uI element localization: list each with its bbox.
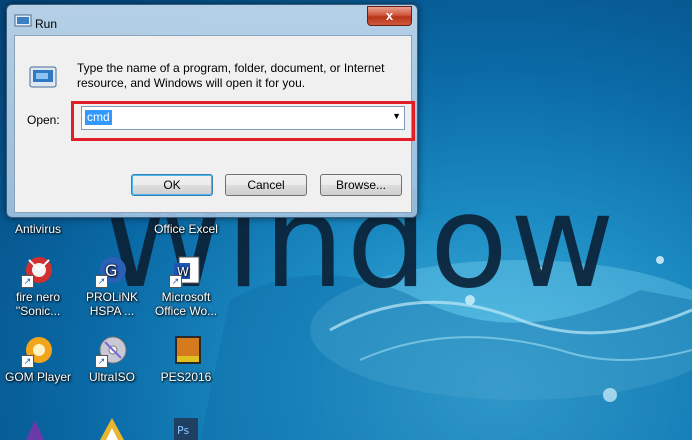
close-button[interactable]: x (367, 6, 412, 26)
title-bar[interactable]: Run x (7, 5, 417, 33)
nero-icon: ↗ (21, 254, 55, 288)
partial-app-icon (26, 420, 44, 440)
instructions-text: Type the name of a program, folder, docu… (77, 61, 385, 90)
prolink-icon: G ↗ (95, 254, 129, 288)
desktop-icon-antivirus[interactable]: Antivirus (0, 222, 76, 236)
cancel-button[interactable]: Cancel (225, 174, 307, 196)
dialog-title: Run (35, 17, 58, 31)
desktop-icon-label: Antivirus (14, 222, 61, 236)
open-label-text: Open: (27, 113, 60, 127)
dialog-body: Type the name of a program, folder, docu… (14, 35, 415, 213)
gom-player-icon: ↗ (21, 334, 55, 368)
ultraiso-icon: ↗ (95, 334, 129, 368)
open-label: Open: (27, 113, 60, 127)
desktop-icon-label: PES2016 (160, 370, 212, 384)
desktop-icon-label: Office Excel (154, 222, 218, 236)
ok-button[interactable]: OK (131, 174, 213, 196)
close-icon: x (385, 8, 394, 23)
pes2016-icon (169, 334, 203, 368)
desktop-icon-label: GOM Player (4, 370, 71, 384)
run-icon (14, 14, 32, 27)
desktop-icon-pes2016[interactable]: PES2016 (148, 334, 224, 384)
browse-button[interactable]: Browse... (320, 174, 402, 196)
svg-text:Ps: Ps (177, 424, 189, 437)
desktop-icon-label: Microsoft Office Wo... (154, 290, 218, 318)
desktop-icon-label: UltraISO (88, 370, 135, 384)
desktop-icon-label: PROLiNK HSPA ... (85, 290, 138, 318)
desktop-icon-ultraiso[interactable]: ↗ UltraISO (74, 334, 150, 384)
run-dialog: Run x Type the name of a program, folder… (6, 4, 418, 218)
run-program-icon (29, 66, 57, 88)
partial-app-icon (100, 418, 124, 440)
desktop-icon-word[interactable]: W ↗ Microsoft Office Wo... (148, 254, 224, 318)
desktop-icon-nero[interactable]: ↗ fire nero ''Sonic... (0, 254, 76, 318)
desktop-icon-label: fire nero ''Sonic... (15, 290, 61, 318)
desktop-icon-prolink[interactable]: G ↗ PROLiNK HSPA ... (74, 254, 150, 318)
word-icon: W ↗ (169, 254, 203, 288)
photoshop-icon: Ps (174, 418, 198, 440)
desktop-icon-excel[interactable]: Office Excel (148, 222, 224, 236)
highlight-annotation (71, 101, 415, 141)
desktop-icon-gom-player[interactable]: ↗ GOM Player (0, 334, 76, 384)
